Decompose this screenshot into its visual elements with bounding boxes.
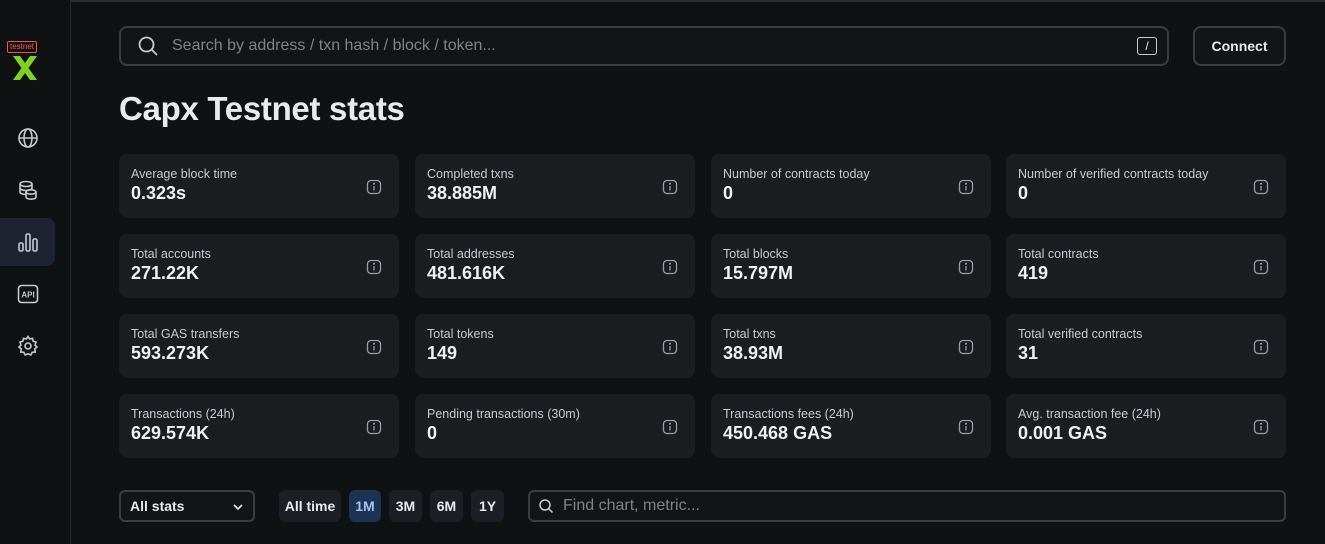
stat-label: Number of contracts today — [723, 167, 870, 181]
stat-value: 629.574K — [131, 423, 210, 443]
stat-card: Total blocks 15.797M — [711, 234, 991, 298]
stat-card: Avg. transaction fee (24h) 0.001 GAS — [1006, 394, 1286, 458]
stat-value: 149 — [427, 343, 458, 363]
find-chart-input[interactable]: Find chart, metric... — [563, 497, 700, 515]
stat-label: Total addresses — [427, 247, 515, 261]
interval-all-time[interactable]: All time — [279, 490, 341, 522]
interval-1m[interactable]: 1M — [349, 490, 381, 522]
search-bar[interactable]: Search by address / txn hash / block / t… — [119, 26, 1169, 66]
stat-value: 15.797M — [723, 263, 794, 283]
coins-icon — [18, 180, 37, 201]
info-icon[interactable] — [662, 419, 678, 435]
stat-value: 450.468 GAS — [723, 423, 833, 443]
info-icon[interactable] — [1253, 419, 1269, 435]
stat-label: Total txns — [723, 327, 776, 341]
info-icon[interactable] — [958, 259, 974, 275]
find-chart-bar[interactable]: Find chart, metric... — [528, 490, 1286, 522]
stat-label: Number of verified contracts today — [1018, 167, 1209, 181]
stat-card: Total contracts 419 — [1006, 234, 1286, 298]
page-title: Capx Testnet stats — [119, 90, 405, 127]
stat-card: Transactions (24h) 629.574K — [119, 394, 399, 458]
section-select[interactable]: All stats — [119, 490, 255, 522]
stat-label: Transactions fees (24h) — [723, 407, 854, 421]
info-icon[interactable] — [958, 339, 974, 355]
stat-card: Average block time 0.323s — [119, 154, 399, 218]
stat-label: Total tokens — [427, 327, 494, 341]
stat-value: 0 — [723, 183, 734, 203]
globe-icon — [17, 128, 38, 148]
info-icon[interactable] — [366, 179, 382, 195]
sidebar-item-stats[interactable] — [0, 218, 55, 266]
stat-label: Total blocks — [723, 247, 789, 261]
stat-value: 0 — [1018, 183, 1029, 203]
stat-label: Total contracts — [1018, 247, 1099, 261]
stat-label: Total accounts — [131, 247, 211, 261]
section-select-value: All stats — [130, 498, 185, 514]
stat-card: Total verified contracts 31 — [1006, 314, 1286, 378]
info-icon[interactable] — [958, 179, 974, 195]
interval-1y[interactable]: 1Y — [471, 490, 504, 522]
top-border — [0, 0, 1325, 2]
info-icon[interactable] — [662, 339, 678, 355]
stat-card: Total tokens 149 — [415, 314, 695, 378]
stats-icon — [17, 233, 38, 252]
search-input[interactable]: Search by address / txn hash / block / t… — [172, 37, 1137, 55]
stat-value: 481.616K — [427, 263, 506, 283]
stat-label: Average block time — [131, 167, 238, 181]
info-icon[interactable] — [958, 419, 974, 435]
sidebar-item-tokens[interactable] — [0, 166, 55, 214]
stat-value: 31 — [1018, 343, 1039, 363]
info-icon[interactable] — [1253, 339, 1269, 355]
info-icon[interactable] — [1253, 259, 1269, 275]
stat-value: 593.273K — [131, 343, 210, 363]
stat-value: 0.323s — [131, 183, 187, 203]
stat-card: Number of contracts today 0 — [711, 154, 991, 218]
logo[interactable]: testnet — [7, 36, 45, 80]
capx-logo-icon — [13, 56, 37, 80]
api-icon: API — [17, 284, 38, 304]
stat-card: Total accounts 271.22K — [119, 234, 399, 298]
info-icon[interactable] — [1253, 179, 1269, 195]
stat-value: 38.93M — [723, 343, 784, 363]
stat-label: Completed txns — [427, 167, 514, 181]
sidebar-item-settings[interactable] — [0, 322, 55, 370]
info-icon[interactable] — [366, 419, 382, 435]
stat-card: Pending transactions (30m) 0 — [415, 394, 695, 458]
stat-card: Completed txns 38.885M — [415, 154, 695, 218]
info-icon[interactable] — [662, 179, 678, 195]
search-icon — [138, 36, 158, 56]
sidebar-item-api[interactable]: API — [0, 270, 55, 318]
stat-label: Total GAS transfers — [131, 327, 240, 341]
info-icon[interactable] — [366, 259, 382, 275]
stat-value: 271.22K — [131, 263, 200, 283]
search-icon — [539, 499, 554, 514]
stat-label: Pending transactions (30m) — [427, 407, 580, 421]
interval-3m[interactable]: 3M — [389, 490, 422, 522]
stat-value: 0 — [427, 423, 438, 443]
info-icon[interactable] — [366, 339, 382, 355]
stat-value: 419 — [1018, 263, 1049, 283]
stat-card: Total GAS transfers 593.273K — [119, 314, 399, 378]
stat-card: Total addresses 481.616K — [415, 234, 695, 298]
stat-card: Transactions fees (24h) 450.468 GAS — [711, 394, 991, 458]
sidebar: testnet API — [0, 0, 71, 544]
stat-value: 38.885M — [427, 183, 498, 203]
interval-6m[interactable]: 6M — [430, 490, 463, 522]
stat-label: Transactions (24h) — [131, 407, 235, 421]
info-icon[interactable] — [662, 259, 678, 275]
chart-filters: All stats All time 1M 3M 6M 1Y Find char… — [0, 490, 1325, 522]
sidebar-item-blockchain[interactable] — [0, 114, 55, 162]
stat-card: Total txns 38.93M — [711, 314, 991, 378]
connect-wallet-button[interactable]: Connect — [1193, 26, 1286, 66]
stat-value: 0.001 GAS — [1018, 423, 1108, 443]
gear-icon — [17, 335, 38, 357]
stat-label: Total verified contracts — [1018, 327, 1143, 341]
stat-card: Number of verified contracts today 0 — [1006, 154, 1286, 218]
svg-text:API: API — [21, 291, 34, 300]
stat-label: Avg. transaction fee (24h) — [1018, 407, 1161, 421]
search-shortcut-hint: / — [1137, 37, 1157, 55]
chevron-down-icon — [233, 504, 243, 511]
